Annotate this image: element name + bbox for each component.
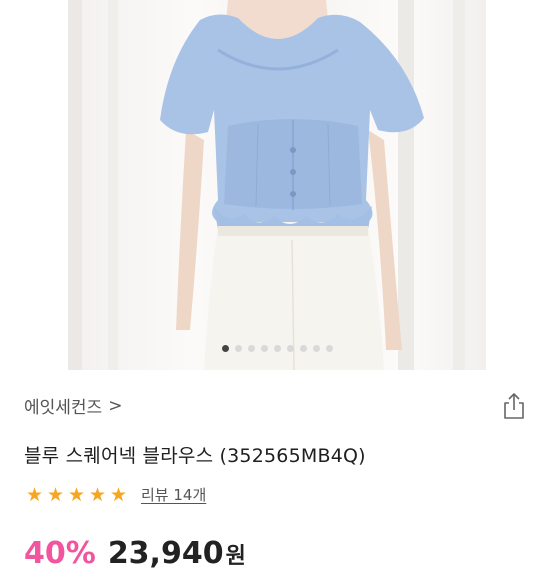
star-icon: ★ <box>25 483 44 506</box>
carousel-indicator <box>68 345 486 352</box>
carousel-dot[interactable] <box>312 345 320 352</box>
chevron-right-icon: > <box>108 395 123 416</box>
carousel-dot[interactable] <box>299 345 307 352</box>
carousel-dot[interactable] <box>234 345 242 352</box>
star-icon: ★ <box>67 483 86 506</box>
product-title: 블루 스퀘어넥 블라우스 (352565MB4Q) <box>24 445 366 467</box>
star-icon: ★ <box>88 483 107 506</box>
review-count-link[interactable]: 리뷰 14개 <box>141 484 206 505</box>
currency-label: 원 <box>225 544 246 569</box>
carousel-dot[interactable] <box>325 345 333 352</box>
carousel-dot[interactable] <box>273 345 281 352</box>
carousel-dot[interactable] <box>260 345 268 352</box>
share-button[interactable] <box>501 392 527 420</box>
star-icon: ★ <box>46 483 65 506</box>
brand-name: 에잇세컨즈 <box>24 398 103 418</box>
rating-row: ★ ★ ★ ★ ★ 리뷰 14개 <box>24 484 206 505</box>
star-icon: ★ <box>109 483 128 506</box>
carousel-dot[interactable] <box>247 345 255 352</box>
share-icon <box>504 393 524 419</box>
carousel-dot[interactable] <box>221 345 229 352</box>
brand-link[interactable]: 에잇세컨즈 > <box>24 393 123 419</box>
product-photo <box>68 0 465 370</box>
product-image-gallery[interactable] <box>68 0 486 370</box>
carousel-dot[interactable] <box>286 345 294 352</box>
